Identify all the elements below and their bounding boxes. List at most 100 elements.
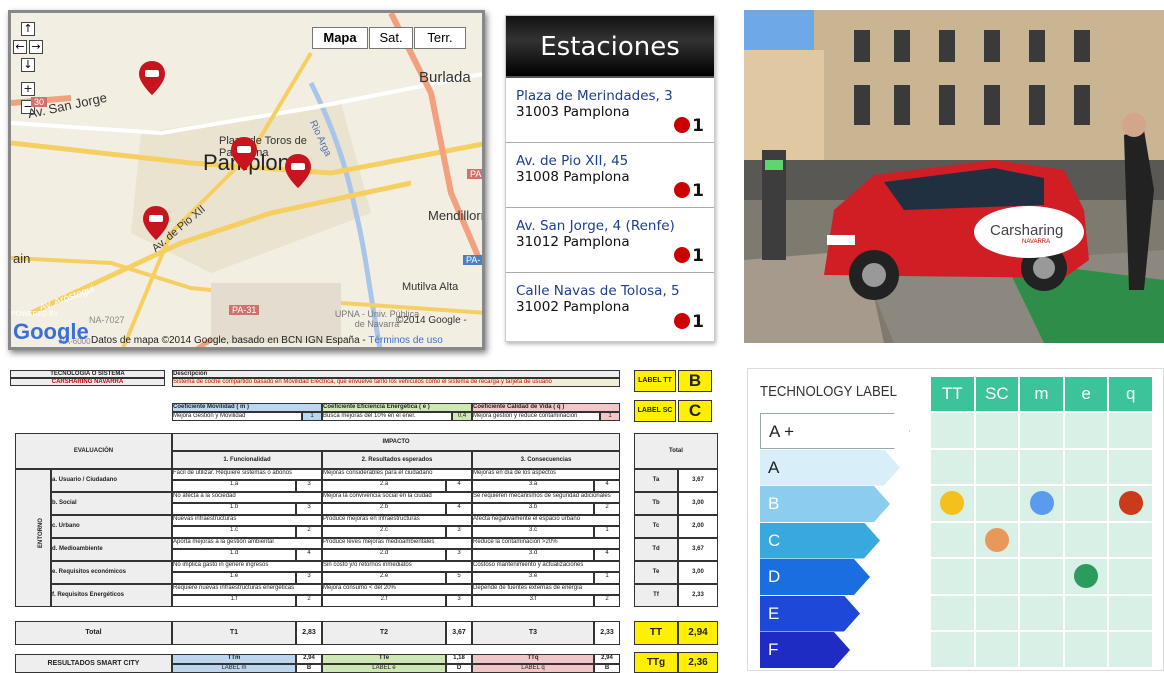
- google-logo[interactable]: Google: [13, 319, 89, 345]
- pan-left-icon[interactable]: ←: [13, 40, 27, 54]
- row-select[interactable]: Produce mejoras en infraestructuras: [322, 515, 472, 526]
- row-code: 1.b: [172, 503, 296, 515]
- car-icon: [674, 182, 691, 198]
- label-sc: LABEL SC: [634, 400, 676, 422]
- coef-q-label: Coeficiente Calidad de Vida ( q ): [472, 403, 620, 412]
- grid-cell: [931, 449, 974, 484]
- grid-cell: [1109, 413, 1152, 448]
- row-code: 2.e: [322, 572, 446, 584]
- row-select[interactable]: Mejora consumo < del 20%: [322, 584, 472, 595]
- coef-q-select[interactable]: Mejora gestión y reduce contaminación: [472, 412, 600, 421]
- row-select[interactable]: Produce leves mejoras medioambientales: [322, 538, 472, 549]
- smart-label-m-value: B: [296, 664, 322, 673]
- pan-down-icon[interactable]: ↓: [21, 58, 35, 72]
- total-row-label: Total: [15, 621, 172, 645]
- map-type-sat-button[interactable]: Sat.: [369, 27, 413, 49]
- smart-label-e: LABEL e: [322, 664, 446, 673]
- entorno-label: ENTORNO: [37, 518, 44, 548]
- grid-cell: [1064, 632, 1108, 667]
- row-select[interactable]: Reduce la contaminación >20%: [472, 538, 620, 549]
- grid-cell: [1020, 522, 1063, 557]
- map-road-30: 30: [31, 97, 48, 107]
- row-select[interactable]: Fácil de utilizar. Requiere sistemas o a…: [172, 469, 322, 480]
- pan-right-icon[interactable]: →: [29, 40, 43, 54]
- row-select[interactable]: Sin costo y/o retornos inmediatos: [322, 561, 472, 572]
- station-pin-icon[interactable]: [143, 206, 169, 240]
- station-pin-icon[interactable]: [139, 61, 165, 95]
- coef-m-label: Coeficiente Movilidad ( m ): [172, 403, 322, 412]
- station-address: Av. de Pio XII, 45: [516, 153, 629, 169]
- row-select[interactable]: Mejora la convivencia social en la ciuda…: [322, 492, 472, 503]
- grid-cell: [975, 632, 1019, 667]
- total-t2-code: T2: [322, 621, 446, 645]
- row-select[interactable]: Costoso mantenimiento y actualizaciones: [472, 561, 620, 572]
- row-score: 3: [446, 549, 472, 561]
- row-score: 5: [446, 572, 472, 584]
- map-attribution: Datos de mapa ©2014 Google, basado en BC…: [91, 335, 443, 346]
- grid-cell: [931, 632, 974, 667]
- zoom-in-icon[interactable]: +: [21, 82, 35, 96]
- station-map[interactable]: ↑ ← → ↓ + − Mapa Sat. Terr. Burlada Pamp…: [8, 10, 485, 350]
- grade-arrow-A: A: [760, 450, 900, 486]
- terms-link[interactable]: Términos de uso: [368, 335, 442, 346]
- car-icon: [674, 313, 691, 329]
- grid-cell: [1064, 449, 1108, 484]
- grade-label: A: [768, 457, 780, 477]
- map-type-mapa-button[interactable]: Mapa: [312, 27, 368, 49]
- row-select[interactable]: Requiere nuevas infraestructuras energét…: [172, 584, 322, 595]
- row-score: 4: [296, 549, 322, 561]
- description-value[interactable]: Sistema de coche compartido basado en Mo…: [172, 378, 620, 387]
- row-select[interactable]: Aporta mejoras a la gestión ambiental: [172, 538, 322, 549]
- row-score: 1: [594, 572, 620, 584]
- station-pin-icon[interactable]: [285, 154, 311, 188]
- row-code: 1.a: [172, 480, 296, 492]
- smart-label-m: LABEL m: [172, 664, 296, 673]
- row-score: 3: [446, 595, 472, 607]
- station-item[interactable]: Av. de Pio XII, 45 31008 Pamplona 1: [506, 143, 714, 208]
- station-item[interactable]: Av. San Jorge, 4 (Renfe) 31012 Pamplona …: [506, 208, 714, 273]
- row-label: f. Requisitos Energéticos: [51, 584, 172, 607]
- smart-tte-value: 1,18: [446, 654, 472, 664]
- row-score: 2: [296, 595, 322, 607]
- row-select[interactable]: Depende de fuentes externas de energía: [472, 584, 620, 595]
- row-select[interactable]: Mejoras considerables para el ciudadano: [322, 469, 472, 480]
- row-select[interactable]: Mejoras en día de los aspectos: [472, 469, 620, 480]
- map-label-ain: ain: [13, 251, 31, 266]
- column-header-q: q: [1109, 377, 1152, 411]
- row-total-code: Ta: [634, 469, 678, 492]
- smart-label-e-value: D: [446, 664, 472, 673]
- evaluation-header: EVALUACIÓN: [15, 433, 172, 469]
- grid-cell: [975, 449, 1019, 484]
- smart-label-q-value: B: [594, 664, 620, 673]
- grade-marker-m: [1029, 491, 1054, 516]
- station-count: 1: [674, 246, 704, 266]
- grid-cell: [931, 522, 974, 557]
- pan-up-icon[interactable]: ↑: [21, 22, 35, 36]
- row-select[interactable]: No afecta a la sociedad: [172, 492, 322, 503]
- station-item[interactable]: Plaza de Merindades, 3 31003 Pamplona 1: [506, 78, 714, 143]
- coef-m-select[interactable]: Mejora Gestión y Movilidad: [172, 412, 302, 421]
- smart-tte-code: TTe: [322, 654, 446, 664]
- tech-system-value: CARSHARING NAVARRA: [10, 378, 165, 386]
- total-tt-code: TT: [634, 621, 678, 645]
- row-score: 2: [594, 503, 620, 515]
- grid-cell: [1109, 595, 1152, 630]
- row-select[interactable]: Se requieren mecanismos de seguridad adi…: [472, 492, 620, 503]
- column-header-tt: TT: [931, 377, 974, 411]
- row-code: 3.d: [472, 549, 594, 561]
- description-label: Descripción: [172, 370, 620, 378]
- row-select[interactable]: Nuevas infraestructuras: [172, 515, 322, 526]
- entorno-group: ENTORNO: [15, 469, 51, 607]
- column-header-sc: SC: [975, 377, 1019, 411]
- station-pin-icon[interactable]: [231, 137, 257, 171]
- grid-cell: [1020, 449, 1063, 484]
- grade-marker-sc: [984, 527, 1009, 552]
- row-select[interactable]: Afecta negativamente el espacio urbano: [472, 515, 620, 526]
- smart-label-q: LABEL q: [472, 664, 594, 673]
- row-select[interactable]: No implica gasto in genere ingresos: [172, 561, 322, 572]
- grade-arrow-E: E: [760, 596, 860, 632]
- coef-e-select[interactable]: Busca mejoras del 10% en el ener.: [322, 412, 452, 421]
- station-item[interactable]: Calle Navas de Tolosa, 5 31002 Pamplona …: [506, 273, 714, 338]
- map-type-terr-button[interactable]: Terr.: [414, 27, 466, 49]
- row-code: 2.f: [322, 595, 446, 607]
